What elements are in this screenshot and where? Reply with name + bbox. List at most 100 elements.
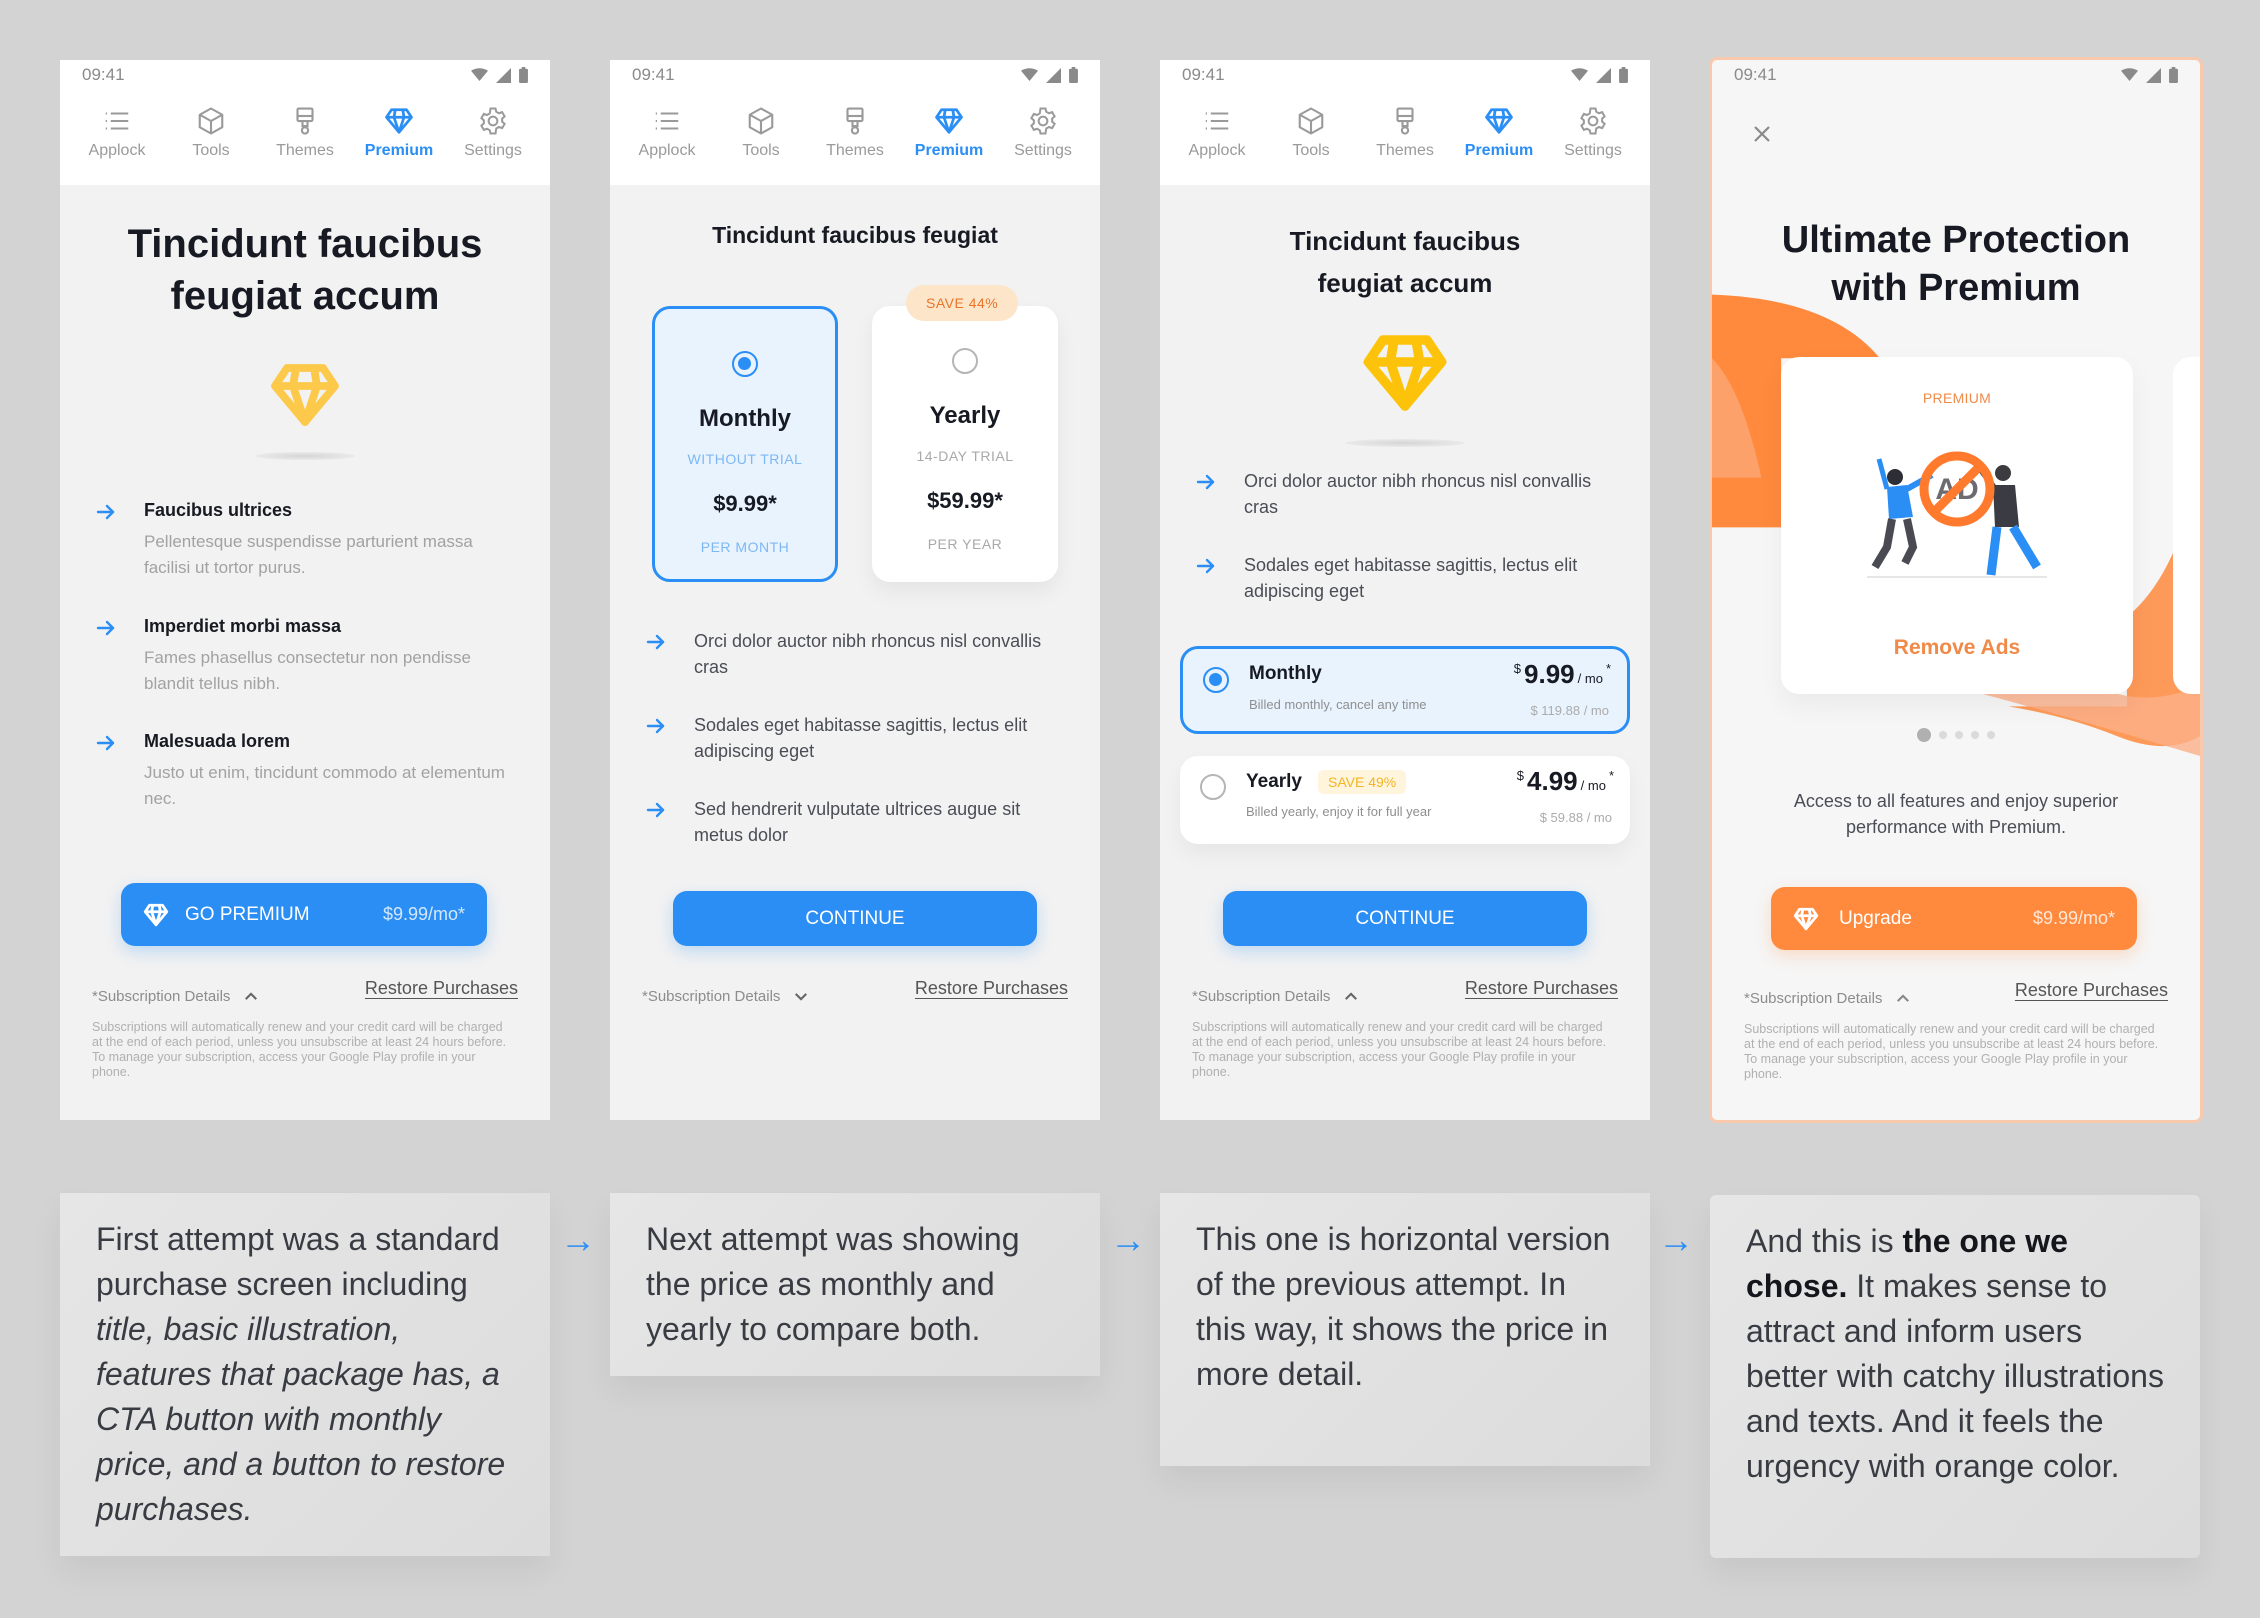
caption-first-attempt: First attempt was a standard purchase sc… <box>60 1193 550 1556</box>
tab-applock[interactable]: Applock <box>72 106 162 160</box>
screen-plan-rows: 09:41 Applock Tools Themes Premium Setti… <box>1160 60 1650 1120</box>
upgrade-button[interactable]: Upgrade $9.99/mo* <box>1771 887 2137 950</box>
status-bar: 09:41 <box>60 60 550 90</box>
subscription-details-toggle[interactable]: *Subscription Details <box>92 988 258 1005</box>
cube-icon <box>1296 106 1326 136</box>
feature-item: Orci dolor auctor nibh rhoncus nisl conv… <box>646 628 1070 680</box>
go-premium-button[interactable]: GO PREMIUM $9.99/mo* <box>121 883 487 946</box>
top-navigation: 09:41 Applock Tools Themes Premium Setti… <box>60 60 550 185</box>
restore-purchases-link[interactable]: Restore Purchases <box>915 978 1068 999</box>
battery-icon <box>1069 67 1078 83</box>
screen-chosen-premium: 09:41 Ultimate Protection with Premium P… <box>1709 57 2203 1123</box>
pagination-dot-active[interactable] <box>1917 728 1931 742</box>
plan-price: $4.99/ mo * <box>1516 766 1614 796</box>
page-title: Ultimate Protection with Premium <box>1781 219 2131 309</box>
top-navigation: 09:41 Applock Tools Themes Premium Setti… <box>1160 60 1650 185</box>
chevron-up-icon <box>1344 992 1358 1001</box>
arrow-right-icon <box>646 718 666 734</box>
plan-card-monthly[interactable]: Monthly WITHOUT TRIAL $9.99* PER MONTH <box>652 306 838 582</box>
cube-icon <box>746 106 776 136</box>
radio-unselected[interactable] <box>952 348 978 374</box>
feature-item: Malesuada lorem Justo ut enim, tincidunt … <box>96 731 520 812</box>
gear-icon <box>1578 106 1608 136</box>
restore-purchases-link[interactable]: Restore Purchases <box>1465 978 1618 999</box>
arrow-right-icon <box>1196 474 1216 490</box>
gear-icon <box>478 106 508 136</box>
gem-illustration <box>269 362 341 433</box>
feature-item: Orci dolor auctor nibh rhoncus nisl conv… <box>1196 468 1620 520</box>
radio-unselected[interactable] <box>1200 774 1226 800</box>
continue-button[interactable]: CONTINUE <box>673 891 1037 946</box>
tab-settings[interactable]: Settings <box>1548 106 1638 160</box>
page-title: Tincidunt faucibus feugiat <box>712 222 998 248</box>
gem-shadow <box>1345 439 1465 447</box>
battery-icon <box>2169 67 2178 83</box>
list-icon <box>1202 106 1232 136</box>
subscription-details-toggle[interactable]: *Subscription Details <box>1744 990 1910 1007</box>
diamond-icon <box>1484 106 1514 136</box>
wifi-icon <box>1021 68 1038 82</box>
feature-carousel-card[interactable]: PREMIUM AD Remove Ads <box>1781 357 2133 694</box>
status-bar: 09:41 <box>1160 60 1650 90</box>
cube-icon <box>196 106 226 136</box>
wifi-icon <box>2121 68 2138 82</box>
radio-selected[interactable] <box>732 351 758 377</box>
save-badge: SAVE 44% <box>906 285 1019 321</box>
tab-premium[interactable]: Premium <box>354 106 444 160</box>
pagination-dot[interactable] <box>1987 731 1995 739</box>
subscription-details-toggle[interactable]: *Subscription Details <box>1192 988 1358 1005</box>
list-icon <box>102 106 132 136</box>
restore-purchases-link[interactable]: Restore Purchases <box>2015 980 2168 1001</box>
tab-tools[interactable]: Tools <box>166 106 256 160</box>
signal-icon <box>1046 68 1061 83</box>
plan-row-monthly[interactable]: Monthly Billed monthly, cancel any time … <box>1180 646 1630 734</box>
status-time: 09:41 <box>632 65 675 84</box>
tab-themes[interactable]: Themes <box>810 106 900 160</box>
tab-premium[interactable]: Premium <box>904 106 994 160</box>
signal-icon <box>2146 68 2161 83</box>
plan-card-yearly[interactable]: Yearly 14-DAY TRIAL $59.99* PER YEAR <box>872 306 1058 582</box>
status-time: 09:41 <box>1734 65 1777 84</box>
tab-themes[interactable]: Themes <box>260 106 350 160</box>
subscription-fineprint: Subscriptions will automatically renew a… <box>1192 1020 1607 1079</box>
carousel-pagination <box>1712 728 2200 742</box>
diamond-icon <box>1793 907 1819 930</box>
radio-selected[interactable] <box>1203 667 1229 693</box>
subscription-details-toggle[interactable]: *Subscription Details <box>642 988 808 1005</box>
caption-second-attempt: Next attempt was showing the price as mo… <box>610 1193 1100 1376</box>
chevron-up-icon <box>1896 994 1910 1003</box>
flow-arrow-icon: → <box>1110 1219 1146 1260</box>
flow-arrow-icon: → <box>560 1219 596 1260</box>
tab-premium[interactable]: Premium <box>1454 106 1544 160</box>
list-icon <box>652 106 682 136</box>
restore-purchases-link[interactable]: Restore Purchases <box>365 978 518 999</box>
pagination-dot[interactable] <box>1971 731 1979 739</box>
tab-tools[interactable]: Tools <box>716 106 806 160</box>
caption-final-choice: And this is the one we chose. It makes s… <box>1710 1195 2200 1558</box>
page-title: Tincidunt faucibus feugiat accum <box>1289 226 1521 298</box>
continue-button[interactable]: CONTINUE <box>1223 891 1587 946</box>
premium-description: Access to all features and enjoy superio… <box>1793 791 2119 837</box>
feature-item: Sodales eget habitasse sagittis, lectus … <box>1196 552 1620 604</box>
remove-ads-illustration: AD <box>1867 451 2047 578</box>
battery-icon <box>519 67 528 83</box>
tab-applock[interactable]: Applock <box>622 106 712 160</box>
plan-row-yearly[interactable]: Yearly SAVE 49% Billed yearly, enjoy it f… <box>1180 756 1630 844</box>
close-icon[interactable] <box>1750 122 1774 146</box>
tab-themes[interactable]: Themes <box>1360 106 1450 160</box>
pagination-dot[interactable] <box>1939 731 1947 739</box>
gear-icon <box>1028 106 1058 136</box>
feature-item: Faucibus ultrices Pellentesque suspendiss… <box>96 500 520 581</box>
pagination-dot[interactable] <box>1955 731 1963 739</box>
signal-icon <box>1596 68 1611 83</box>
next-carousel-card[interactable] <box>2173 357 2200 694</box>
subscription-fineprint: Subscriptions will automatically renew a… <box>1744 1022 2159 1081</box>
tab-applock[interactable]: Applock <box>1172 106 1262 160</box>
battery-icon <box>1619 67 1628 83</box>
gem-illustration <box>1361 332 1449 419</box>
top-navigation: 09:41 Applock Tools Themes Premium Setti… <box>610 60 1100 185</box>
tab-tools[interactable]: Tools <box>1266 106 1356 160</box>
tab-settings[interactable]: Settings <box>998 106 1088 160</box>
page-title: Tincidunt faucibus feugiat accum <box>127 222 483 318</box>
tab-settings[interactable]: Settings <box>448 106 538 160</box>
